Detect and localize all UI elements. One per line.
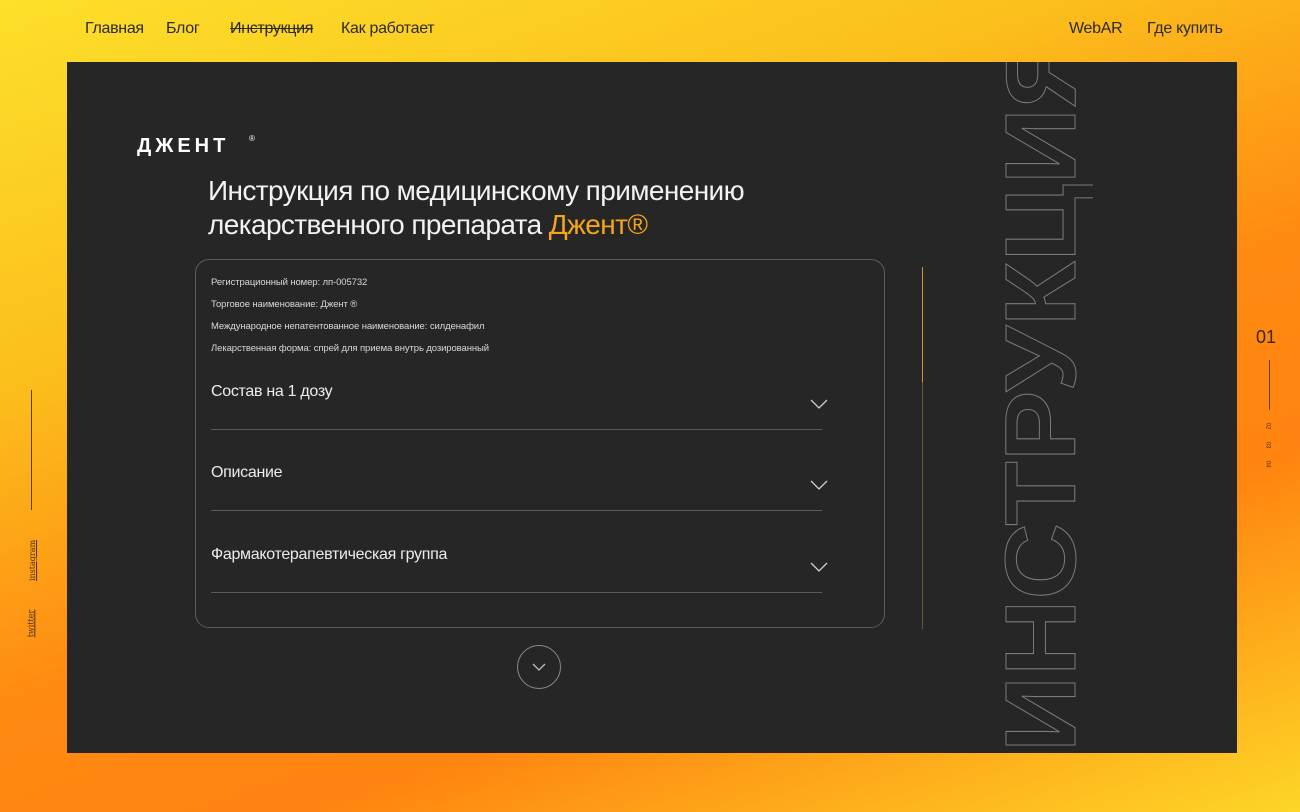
chevron-down-icon xyxy=(810,399,828,409)
page-title-accent: Джент® xyxy=(548,209,648,240)
accordion-pharmacotherapeutic-group-label: Фармакотерапевтическая группа xyxy=(211,546,448,563)
twitter-link[interactable]: twitter xyxy=(26,610,35,638)
svg-text:®: ® xyxy=(249,134,255,143)
info-registration-number: Регистрационный номер: лп-005732 xyxy=(211,277,368,288)
accordion-composition-label: Состав на 1 дозу xyxy=(211,383,333,400)
nav-link-instruction[interactable]: Инструкция xyxy=(230,20,313,38)
page-title: Инструкция по медицинскому применению ле… xyxy=(208,174,848,242)
pager-divider xyxy=(1269,360,1270,410)
info-dosage-form: Лекарственная форма: спрей для приема вн… xyxy=(211,343,489,354)
pager-item-2[interactable]: 02 xyxy=(1264,423,1270,430)
page-title-line2: лекарственного препарата xyxy=(208,209,549,240)
pager-item-3[interactable]: 03 xyxy=(1264,442,1270,449)
scroll-down-button[interactable] xyxy=(517,645,561,689)
accordion-description[interactable]: Описание xyxy=(211,464,828,511)
pager-current[interactable]: 01 xyxy=(1256,327,1276,348)
section-watermark-text: ИНСТРУКЦИЯ xyxy=(997,62,1093,752)
brand-logo[interactable]: ДЖЕНТ ® xyxy=(137,132,267,156)
scroll-progress-thumb xyxy=(922,267,923,382)
sidebar-divider xyxy=(31,390,32,510)
main-panel: ДЖЕНТ ® Инструкция по медицинскому приме… xyxy=(67,62,1237,753)
accordion-composition[interactable]: Состав на 1 дозу xyxy=(211,383,828,430)
scroll-progress-track xyxy=(922,267,923,629)
nav-link-blog[interactable]: Блог xyxy=(166,20,200,38)
section-watermark: ИНСТРУКЦИЯ xyxy=(997,62,1093,753)
nav-link-where-to-buy[interactable]: Где купить xyxy=(1147,20,1223,38)
info-inn: Международное непатентованное наименован… xyxy=(211,321,485,332)
accordion-pharmacotherapeutic-group[interactable]: Фармакотерапевтическая группа xyxy=(211,546,828,593)
nav-link-how-it-works[interactable]: Как работает xyxy=(341,20,435,38)
instruction-card: Регистрационный номер: лп-005732 Торгово… xyxy=(195,259,885,628)
nav-link-webar[interactable]: WebAR xyxy=(1069,20,1123,38)
nav-link-home[interactable]: Главная xyxy=(85,20,144,38)
chevron-down-icon xyxy=(532,663,546,671)
accordion-description-label: Описание xyxy=(211,464,283,481)
page-title-line1: Инструкция по медицинскому применению xyxy=(208,175,745,206)
logo-text: ДЖЕНТ xyxy=(137,135,229,156)
info-trade-name: Торговое наименование: Джент ® xyxy=(211,299,358,310)
pager-item-4[interactable]: 04 xyxy=(1264,461,1270,468)
chevron-down-icon xyxy=(810,480,828,490)
instagram-link[interactable]: instagram xyxy=(28,540,37,581)
chevron-down-icon xyxy=(810,562,828,572)
